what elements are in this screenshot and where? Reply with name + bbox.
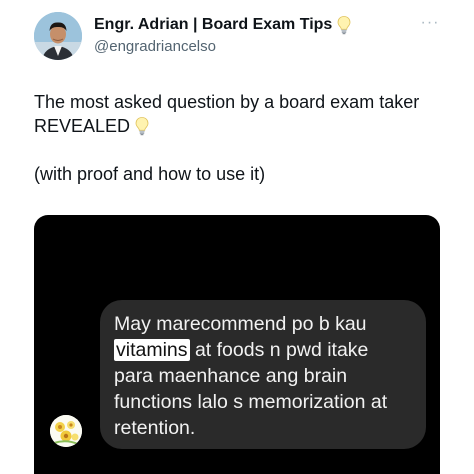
author-name-row[interactable]: Engr. Adrian | Board Exam Tips xyxy=(94,14,424,36)
tweet-screenshot: Engr. Adrian | Board Exam Tips @engradri… xyxy=(0,0,474,474)
highlighted-word: vitamins xyxy=(114,339,190,361)
message-line-3: para maenhance ang brain xyxy=(114,365,348,387)
post-text-line-3: (with proof and how to use it) xyxy=(34,164,266,184)
lightbulb-icon xyxy=(135,117,149,136)
post-media-image[interactable]: May marecommend po b kau vitamins at foo… xyxy=(34,215,440,474)
post-header: Engr. Adrian | Board Exam Tips @engradri… xyxy=(94,14,424,57)
author-photo-icon xyxy=(34,12,82,60)
post-text-line-1: The most asked question by a board exam … xyxy=(34,92,420,112)
more-icon: ··· xyxy=(420,14,440,31)
sender-avatar xyxy=(50,415,82,447)
author-name[interactable]: Engr. Adrian | Board Exam Tips xyxy=(94,14,332,36)
message-line-2: vitamins at foods n pwd itake xyxy=(114,337,419,363)
chat-message-bubble: May marecommend po b kau vitamins at foo… xyxy=(100,300,426,449)
message-line-1: May marecommend po b kau xyxy=(114,313,367,335)
author-avatar[interactable] xyxy=(34,12,82,60)
more-options-button[interactable]: ··· xyxy=(418,12,442,34)
post-text-line: REVEALED xyxy=(34,114,444,138)
message-line-4: functions lalo s memorization at xyxy=(114,391,388,413)
message-line-5: retention. xyxy=(114,417,196,439)
message-line-2-rest: at foods n pwd itake xyxy=(189,339,369,361)
post-text-line: (with proof and how to use it) xyxy=(34,162,444,186)
lightbulb-icon xyxy=(337,16,351,35)
post-text-line: The most asked question by a board exam … xyxy=(34,90,444,114)
chat-message-text: May marecommend po b kau vitamins at foo… xyxy=(114,311,419,441)
flower-avatar-icon xyxy=(50,415,82,447)
post-text-line-2: REVEALED xyxy=(34,116,131,136)
post-text: The most asked question by a board exam … xyxy=(34,90,444,186)
author-handle[interactable]: @engradriancelso xyxy=(94,37,424,57)
